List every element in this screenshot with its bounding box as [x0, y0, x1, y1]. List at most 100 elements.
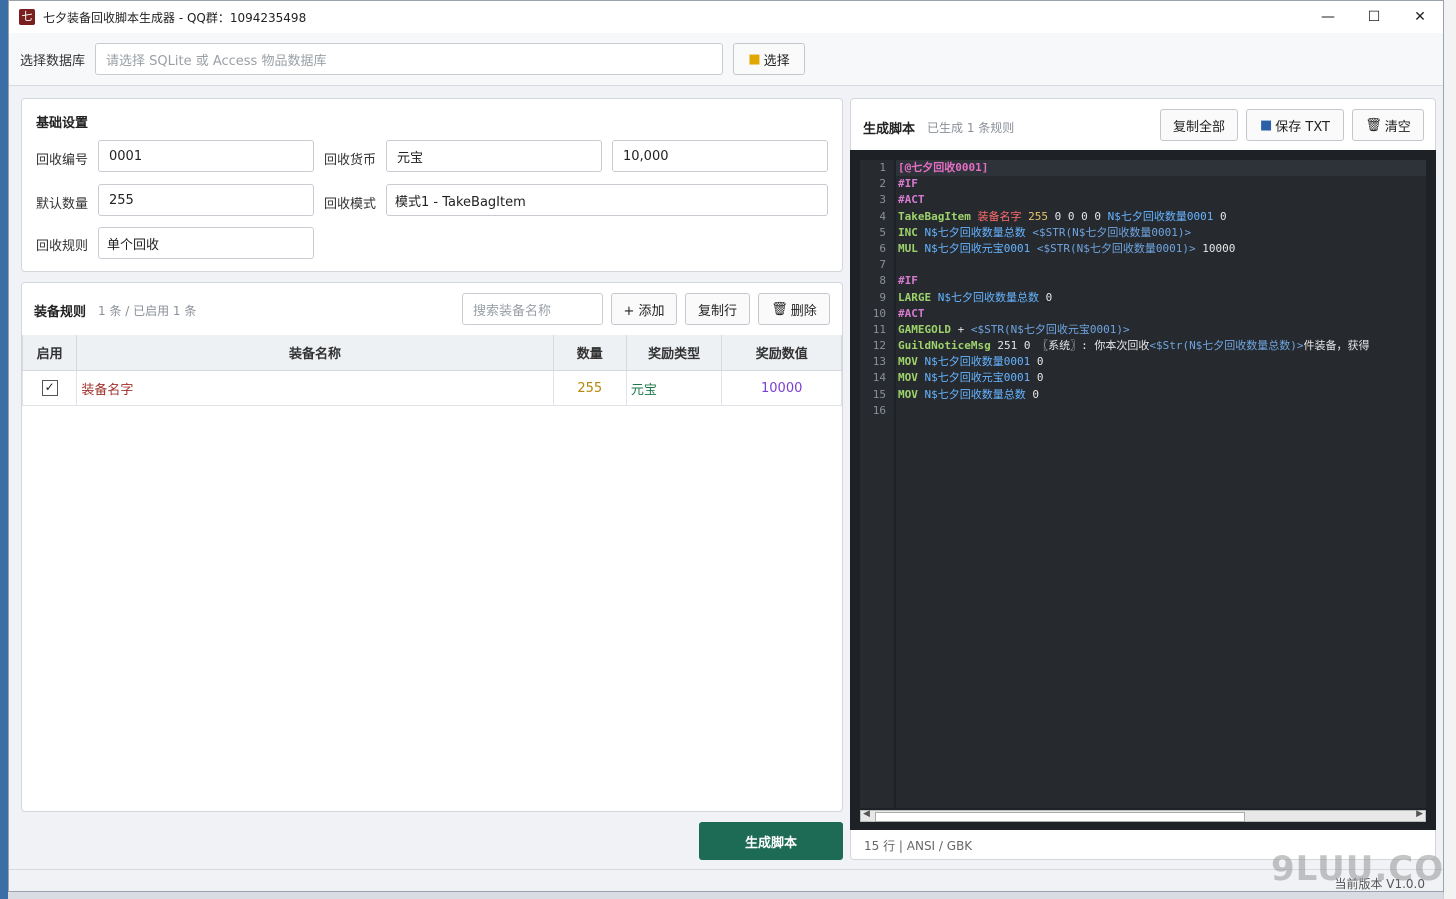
code-token: 件装备，获得 [1303, 339, 1370, 353]
rule-select[interactable]: 单个回收 [98, 227, 314, 259]
code-line[interactable]: #ACT [896, 192, 1426, 208]
code-token: #ACT [898, 306, 925, 320]
recycle-id-input[interactable]: 0001 [98, 140, 314, 172]
maximize-button[interactable]: ☐ [1351, 1, 1397, 33]
clear-label: 清空 [1384, 119, 1411, 135]
code-line[interactable]: INC N$七夕回收数量总数 <$STR(N$七夕回收数量0001)> [896, 225, 1426, 241]
code-line[interactable]: MOV N$七夕回收数量总数 0 [896, 387, 1426, 403]
column-header-name[interactable]: 装备名称 [76, 335, 554, 371]
code-token: N$七夕回收数量0001 [924, 355, 1031, 369]
column-header-reward-type[interactable]: 奖励类型 [625, 335, 723, 371]
line-number: 15 [872, 387, 886, 401]
mode-select[interactable]: 模式1 - TakeBagItem [386, 184, 828, 216]
code-token: N$七夕回收数量总数 [924, 387, 1026, 401]
script-editor[interactable]: 1 2 3 4 5 6 7 8 9 10 11 12 13 14 15 16 [@七夕回收0001] #IF #A… [850, 150, 1436, 830]
line-number: 8 [879, 274, 886, 288]
code-line[interactable]: #ACT [896, 306, 1426, 322]
currency-input[interactable]: 元宝 [386, 140, 602, 172]
code-token: 0 [1025, 387, 1039, 401]
basic-settings-panel: 基础设置 回收编号 0001 回收货币 元宝 10,000 默认数量 255 回… [21, 98, 843, 272]
line-number: 12 [872, 339, 886, 353]
status-bar: 当前版本 V1.0.0 [9, 869, 1443, 891]
code-line[interactable]: MOV N$七夕回收数量0001 0 [896, 354, 1426, 370]
app-icon: 七 [19, 9, 35, 25]
code-token: <$STR(N$七夕回收数量0001)> [1032, 225, 1192, 239]
code-token: N$七夕回收数量总数 [937, 290, 1039, 304]
code-line[interactable] [896, 257, 1426, 273]
column-header-reward-value[interactable]: 奖励数值 [721, 335, 842, 371]
equipment-search-input[interactable]: 搜索装备名称 [462, 293, 603, 325]
default-qty-label: 默认数量 [36, 197, 89, 212]
code-token: MOV [898, 355, 918, 369]
column-header-qty[interactable]: 数量 [552, 335, 627, 371]
enabled-checkbox[interactable]: ✓ [41, 380, 58, 396]
copy-row-button[interactable]: 复制行 [685, 293, 750, 325]
generate-script-button[interactable]: 生成脚本 [699, 822, 843, 860]
code-line[interactable]: LARGE N$七夕回收数量总数 0 [896, 290, 1426, 306]
code-token: + [950, 322, 971, 336]
code-line[interactable]: #IF [896, 176, 1426, 192]
equipment-rules-summary: 1 条 / 已启用 1 条 [98, 304, 197, 318]
code-line[interactable]: MUL N$七夕回收元宝0001 <$STR(N$七夕回收数量0001)> 10… [896, 241, 1426, 257]
code-token: INC [898, 225, 918, 239]
code-line[interactable]: #IF [896, 273, 1426, 289]
equipment-name-cell[interactable]: 装备名字 [76, 370, 554, 406]
code-area[interactable]: [@七夕回收0001] #IF #ACT TakeBagItem 装备名字 255 0… [896, 160, 1426, 808]
desktop-background [0, 0, 8, 899]
code-token: GuildNoticeMsg [898, 339, 991, 353]
default-qty-input[interactable]: 255 [98, 184, 314, 216]
save-txt-label: 保存 TXT [1275, 119, 1330, 135]
line-number: 5 [879, 225, 886, 239]
line-number: 16 [872, 403, 886, 417]
scroll-left-arrow-icon[interactable]: ◀ [863, 809, 870, 819]
folder-icon: ■ [748, 51, 761, 67]
database-path-input[interactable]: 请选择 SQLite 或 Access 物品数据库 [95, 43, 723, 75]
code-token: N$七夕回收元宝0001 [924, 371, 1031, 385]
code-token: MOV [898, 387, 918, 401]
currency-amount-input[interactable]: 10,000 [612, 140, 828, 172]
reward-type-cell[interactable]: 元宝 [625, 370, 723, 406]
line-number: 13 [872, 355, 886, 369]
trash-icon: 🗑 [771, 301, 788, 317]
add-rule-button[interactable]: + 添加 [611, 293, 677, 325]
code-token: <$STR(N$七夕回收数量0001)> [1036, 241, 1196, 255]
code-token: 251 0 〖系统〗: 你本次回收 [990, 339, 1150, 353]
currency-label: 回收货币 [324, 153, 377, 168]
equipment-rules-table: 启用 装备名称 数量 奖励类型 奖励数值 ✓ 装备名字 255 元宝 10000 [22, 335, 842, 406]
code-line[interactable]: MOV N$七夕回收元宝0001 0 [896, 370, 1426, 386]
minimize-button[interactable]: — [1305, 1, 1351, 33]
delete-rule-button[interactable]: 🗑 删除 [758, 293, 830, 325]
scrollbar-thumb[interactable] [875, 812, 1245, 822]
window-title: 七夕装备回收脚本生成器 - QQ群：1094235498 [43, 10, 307, 25]
code-token: <$Str(N$七夕回收数量总数)> [1149, 339, 1304, 353]
code-token: N$七夕回收数量0001 [1107, 209, 1214, 223]
code-line[interactable]: GuildNoticeMsg 251 0 〖系统〗: 你本次回收<$Str(N$… [896, 338, 1426, 354]
table-row[interactable]: ✓ 装备名字 255 元宝 10000 [22, 370, 842, 406]
rule-label: 回收规则 [36, 239, 89, 254]
line-number: 9 [879, 290, 886, 304]
code-line[interactable] [896, 403, 1426, 419]
enabled-cell[interactable]: ✓ [22, 370, 78, 406]
qty-cell[interactable]: 255 [552, 370, 627, 406]
code-line[interactable]: [@七夕回收0001] [896, 160, 1426, 177]
code-token: 装备名字 [977, 209, 1022, 223]
line-number: 2 [879, 177, 886, 191]
line-number: 11 [872, 322, 886, 336]
column-header-enabled[interactable]: 启用 [22, 335, 78, 371]
reward-value-cell[interactable]: 10000 [721, 370, 842, 406]
code-token: 0 [1039, 290, 1053, 304]
line-number: 14 [872, 371, 886, 385]
select-database-button[interactable]: ■ 选择 [733, 43, 805, 75]
code-line[interactable]: GAMEGOLD + <$STR(N$七夕回收元宝0001)> [896, 322, 1426, 338]
code-token: #IF [898, 177, 918, 191]
copy-all-button[interactable]: 复制全部 [1160, 109, 1238, 141]
code-token: #ACT [898, 193, 925, 207]
clear-button[interactable]: 🗑 清空 [1352, 109, 1424, 141]
code-line[interactable]: TakeBagItem 装备名字 255 0 0 0 0 N$七夕回收数量000… [896, 209, 1426, 225]
scroll-right-arrow-icon[interactable]: ▶ [1416, 809, 1423, 819]
horizontal-scrollbar[interactable]: ◀ ▶ [860, 809, 1426, 822]
close-button[interactable]: ✕ [1397, 1, 1443, 33]
save-txt-button[interactable]: ■ 保存 TXT [1246, 109, 1344, 141]
